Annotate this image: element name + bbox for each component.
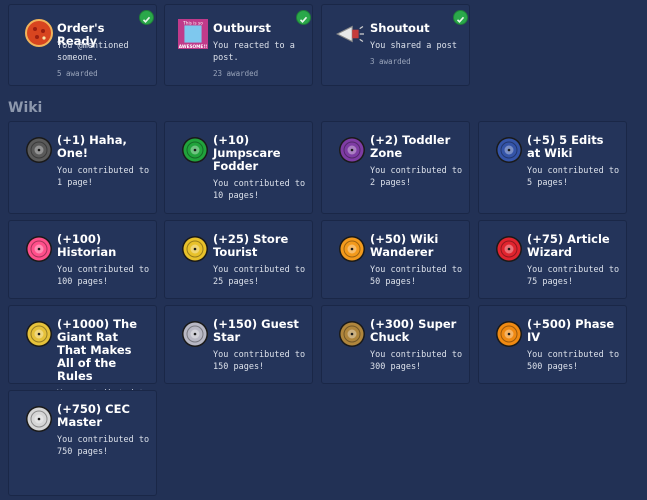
badge-title: (+5) 5 Edits at Wiki [527, 133, 604, 160]
record-disc-icon [26, 406, 52, 432]
checkmark-icon [296, 10, 311, 25]
badge-awarded-count: 23 awarded [213, 69, 259, 78]
wiki-badge-card[interactable]: (+2) Toddler Zone You contributed to 2 pa… [321, 121, 470, 214]
badge-description: You contributed to 500 pages! [527, 350, 620, 372]
badge-awarded-count: 5 awarded [57, 69, 98, 78]
wiki-badge-card[interactable]: (+500) Phase IV You contributed to 500 pa… [478, 305, 627, 384]
badge-title: (+1) Haha, One! [57, 133, 127, 160]
badge-description: You contributed to 750 pages! [57, 435, 150, 457]
record-disc-icon [182, 321, 208, 347]
badge-title: (+2) Toddler Zone [370, 133, 451, 160]
wiki-badge-card[interactable]: (+1) Haha, One! You contributed to 1 page… [8, 121, 157, 214]
badge-title: (+75) Article Wizard [527, 232, 610, 259]
record-disc-icon [26, 137, 52, 163]
badge-description: You contributed to 10 pages! [213, 179, 306, 201]
wiki-badge-card[interactable]: (+100) Historian You contributed to 100 p… [8, 220, 157, 299]
badge-description: You contributed to 75 pages! [527, 265, 620, 287]
badge-description: You contributed to 2 pages! [370, 166, 463, 188]
record-disc-icon [339, 137, 365, 163]
record-disc-icon [26, 321, 52, 347]
shoutout-badge-icon [336, 25, 364, 43]
section-title-wiki: Wiki [8, 100, 43, 116]
wiki-badge-card[interactable]: (+25) Store Tourist You contributed to 25… [164, 220, 313, 299]
wiki-badge-card[interactable]: (+150) Guest Star You contributed to 150 … [164, 305, 313, 384]
record-disc-icon [496, 321, 522, 347]
wiki-badge-card[interactable]: (+75) Article Wizard You contributed to 7… [478, 220, 627, 299]
badge-title: Outburst [213, 21, 271, 35]
badge-awarded-count: 3 awarded [370, 57, 411, 66]
badge-description: You contributed to 150 pages! [213, 350, 306, 372]
badge-description: You contributed to 1 page! [57, 166, 150, 188]
wiki-badge-card[interactable]: (+1000) The Giant Rat That Makes All of … [8, 305, 157, 411]
badge-title: (+100) Historian [57, 232, 117, 259]
badge-description: You contributed to 50 pages! [370, 265, 463, 287]
wiki-badge-card[interactable]: (+5) 5 Edits at Wiki You contributed to 5… [478, 121, 627, 214]
badge-title: (+300) Super Chuck [370, 317, 457, 344]
badge-title: (+750) CEC Master [57, 402, 130, 429]
badge-title: (+1000) The Giant Rat That Makes All of … [57, 317, 137, 383]
record-disc-icon [26, 236, 52, 262]
svg-text:AWESOME!!: AWESOME!! [179, 44, 208, 49]
this-is-so-awesome-badge-icon: This is so AWESOME!! [178, 19, 208, 49]
record-disc-icon [496, 137, 522, 163]
badge-card-shoutout[interactable]: Shoutout You shared a post 3 awarded [321, 4, 470, 86]
badge-description: You contributed to 100 pages! [57, 265, 150, 287]
checkmark-icon [453, 10, 468, 25]
wiki-badge-card[interactable]: (+300) Super Chuck You contributed to 300… [321, 305, 470, 384]
badge-title: (+50) Wiki Wanderer [370, 232, 439, 259]
badge-description: You contributed to 5 pages! [527, 166, 620, 188]
pizza-badge-icon [25, 19, 53, 47]
badge-title: (+150) Guest Star [213, 317, 299, 344]
badge-title: (+25) Store Tourist [213, 232, 289, 259]
wiki-badge-card[interactable]: (+50) Wiki Wanderer You contributed to 50… [321, 220, 470, 299]
badge-description: You @mentioned someone. [57, 41, 129, 63]
badge-description: You reacted to a post. [213, 41, 295, 63]
badge-title: (+10) Jumpscare Fodder [213, 133, 281, 173]
badge-card-outburst[interactable]: This is so AWESOME!! Outburst You reacte… [164, 4, 313, 86]
record-disc-icon [496, 236, 522, 262]
badge-card-orders-ready[interactable]: Order's Ready You @mentioned someone. 5 … [8, 4, 157, 86]
badge-description: You contributed to 300 pages! [370, 350, 463, 372]
badge-description: You shared a post [370, 41, 457, 51]
badge-description: You contributed to 25 pages! [213, 265, 306, 287]
record-disc-icon [182, 137, 208, 163]
wiki-badge-card[interactable]: (+750) CEC Master You contributed to 750 … [8, 390, 157, 496]
badge-title: Shoutout [370, 21, 430, 35]
wiki-badge-card[interactable]: (+10) Jumpscare Fodder You contributed to… [164, 121, 313, 214]
record-disc-icon [339, 236, 365, 262]
svg-text:This is so: This is so [182, 20, 203, 26]
record-disc-icon [182, 236, 208, 262]
badge-title: (+500) Phase IV [527, 317, 615, 344]
checkmark-icon [139, 10, 154, 25]
record-disc-icon [339, 321, 365, 347]
